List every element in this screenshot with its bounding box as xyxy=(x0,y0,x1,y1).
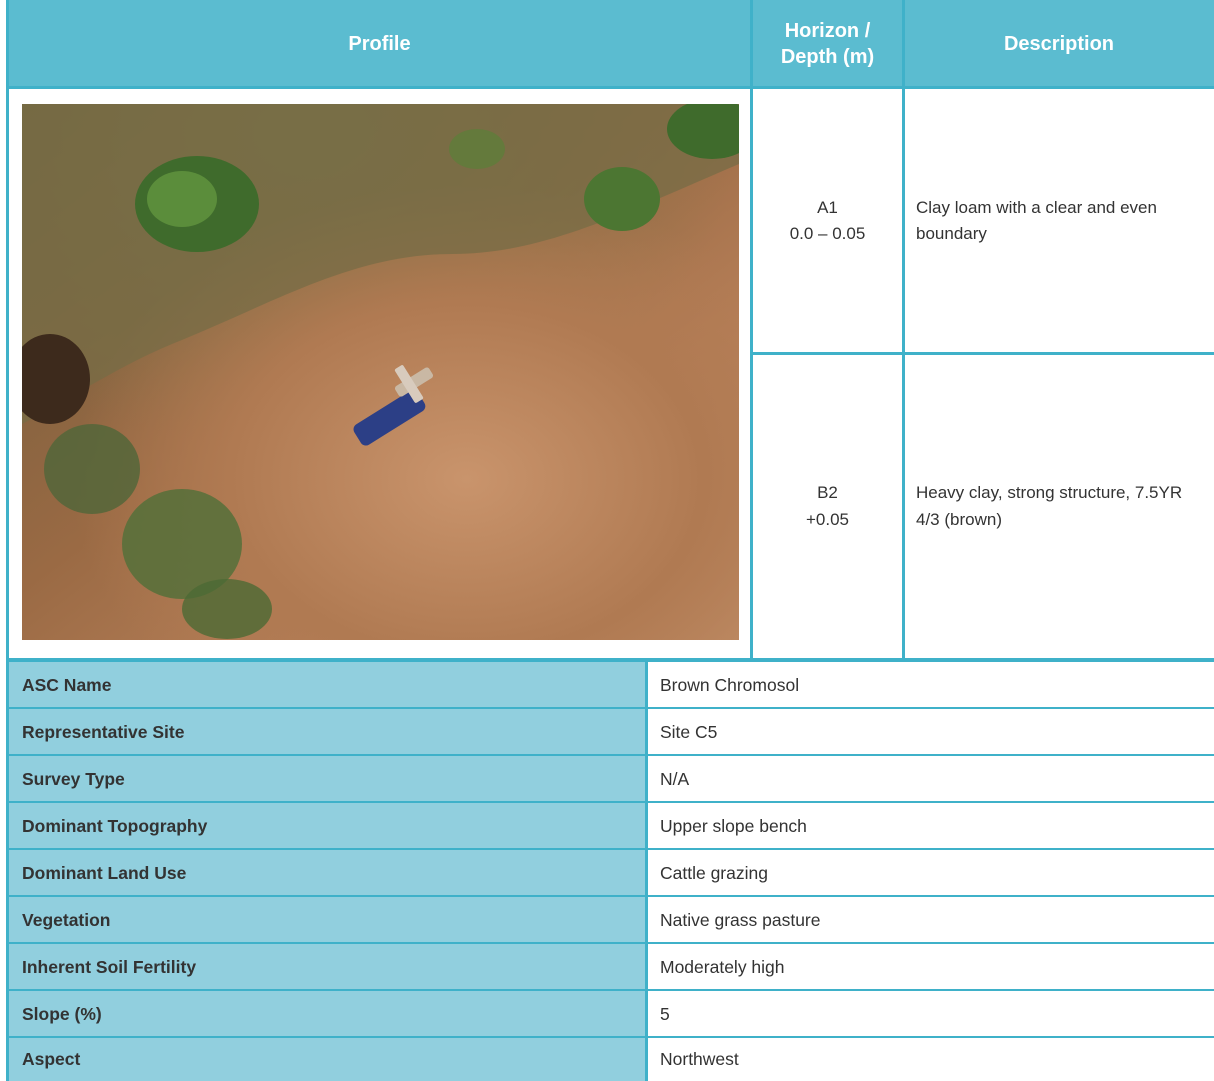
horizon-a1-description: Clay loam with a clear and even boundary xyxy=(916,197,1157,243)
attribute-label: Slope (%) xyxy=(8,991,646,1038)
attribute-row-dominant-topography: Dominant Topography Upper slope bench xyxy=(8,803,1214,850)
row-border xyxy=(6,989,1214,991)
header-divider-1 xyxy=(750,0,753,660)
row-border xyxy=(6,942,1214,944)
attribute-value: Moderately high xyxy=(646,944,1214,991)
horizon-b2-description-cell: Heavy clay, strong structure, 7.5YR 4/3 … xyxy=(904,354,1214,659)
horizon-divider xyxy=(750,352,1214,355)
attribute-value: N/A xyxy=(646,756,1214,803)
horizon-b2-depth: +0.05 xyxy=(805,509,849,529)
horizon-a1-depth: 0.0 – 0.05 xyxy=(789,224,866,243)
attribute-row-aspect: Aspect Northwest xyxy=(8,1038,1214,1081)
horizon-b2-cell: B2 +0.05 xyxy=(751,354,904,659)
attribute-label: Inherent Soil Fertility xyxy=(8,944,646,991)
header-divider-2 xyxy=(902,0,905,660)
attribute-label: Representative Site xyxy=(8,709,646,756)
attribute-value: Brown Chromosol xyxy=(646,662,1214,709)
header-horizon-line2: Depth (m) xyxy=(780,46,875,68)
header-description-label: Description xyxy=(1003,33,1115,55)
attribute-value: 5 xyxy=(646,991,1214,1038)
attribute-row-representative-site: Representative Site Site C5 xyxy=(8,709,1214,756)
attribute-value: Upper slope bench xyxy=(646,803,1214,850)
attribute-row-asc-name: ASC Name Brown Chromosol xyxy=(8,662,1214,709)
attribute-label: Aspect xyxy=(8,1038,646,1081)
header-profile: Profile xyxy=(8,0,751,88)
table-border-left xyxy=(6,0,9,1081)
row-border xyxy=(6,754,1214,756)
row-border xyxy=(6,895,1214,897)
horizon-a1-cell: A1 0.0 – 0.05 xyxy=(751,88,904,354)
attribute-value: Native grass pasture xyxy=(646,897,1214,944)
profile-photo xyxy=(22,104,739,640)
attribute-row-vegetation: Vegetation Native grass pasture xyxy=(8,897,1214,944)
soil-profile-image xyxy=(22,104,739,640)
horizon-a1-description-cell: Clay loam with a clear and even boundary xyxy=(904,88,1214,354)
attribute-label: Dominant Topography xyxy=(8,803,646,850)
attribute-value: Northwest xyxy=(646,1038,1214,1081)
attribute-label: Vegetation xyxy=(8,897,646,944)
row-border xyxy=(6,848,1214,850)
header-profile-label: Profile xyxy=(348,33,411,55)
attribute-label: ASC Name xyxy=(8,662,646,709)
header-bottom-border xyxy=(6,86,1214,89)
attribute-value: Site C5 xyxy=(646,709,1214,756)
attribute-value: Cattle grazing xyxy=(646,850,1214,897)
header-horizon-depth: Horizon / Depth (m) xyxy=(751,0,904,88)
attribute-column-divider xyxy=(645,660,648,1081)
horizon-a1-name: A1 xyxy=(817,197,838,217)
attribute-row-slope: Slope (%) 5 xyxy=(8,991,1214,1038)
header-description: Description xyxy=(904,0,1214,88)
upper-table-bottom-border xyxy=(6,658,1214,662)
attribute-row-dominant-land-use: Dominant Land Use Cattle grazing xyxy=(8,850,1214,897)
attribute-label: Dominant Land Use xyxy=(8,850,646,897)
header-horizon-line1: Horizon / xyxy=(784,20,871,42)
row-border xyxy=(6,1036,1214,1038)
attribute-row-inherent-soil-fertility: Inherent Soil Fertility Moderately high xyxy=(8,944,1214,991)
row-border xyxy=(6,707,1214,709)
horizon-b2-description: Heavy clay, strong structure, 7.5YR 4/3 … xyxy=(916,483,1183,529)
horizon-b2-name: B2 xyxy=(817,483,838,503)
row-border xyxy=(6,801,1214,803)
attribute-label: Survey Type xyxy=(8,756,646,803)
attribute-row-survey-type: Survey Type N/A xyxy=(8,756,1214,803)
